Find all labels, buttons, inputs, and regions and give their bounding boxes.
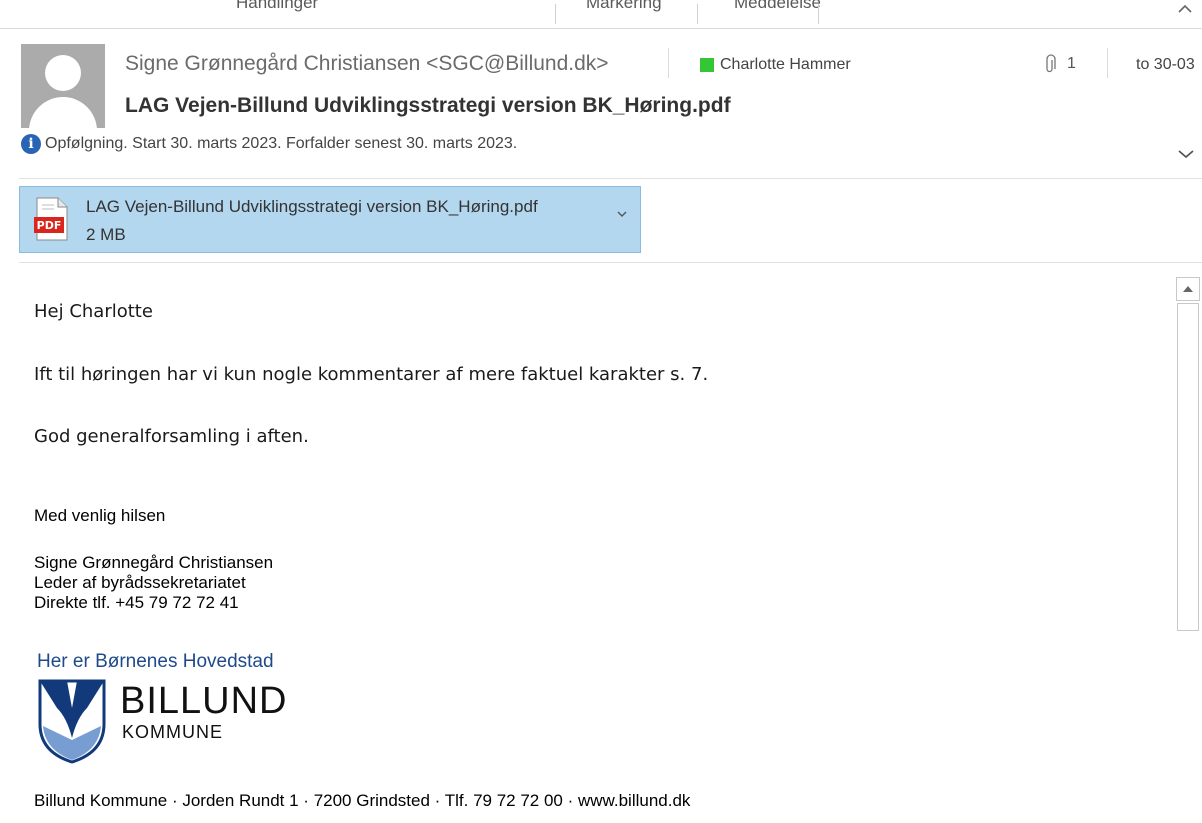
expand-header-button[interactable] (1178, 146, 1194, 164)
chevron-down-icon (617, 211, 627, 217)
closing: Med venlig hilsen (34, 506, 166, 525)
logo-wordmark: BILLUND (120, 680, 288, 722)
attachment-item[interactable]: PDF LAG Vejen-Billund Udviklingsstrategi… (19, 186, 641, 253)
billund-shield-logo (38, 679, 106, 764)
signature-title: Leder af byrådssekretariatet (34, 573, 246, 592)
pdf-icon-label: PDF (37, 219, 62, 232)
divider (19, 178, 1202, 179)
vertical-scrollbar[interactable] (1176, 277, 1202, 823)
attachment-count-value: 1 (1067, 55, 1076, 72)
scrollbar-thumb[interactable] (1177, 303, 1199, 631)
arrow-up-icon (1183, 286, 1193, 292)
chevron-up-icon (1178, 4, 1192, 13)
followup-text: Opfølgning. Start 30. marts 2023. Forfal… (45, 135, 518, 152)
attachment-count: 1 (1045, 54, 1076, 74)
avatar-body (29, 97, 97, 128)
logo-subtitle: KOMMUNE (122, 722, 223, 742)
ribbon-separator (555, 4, 556, 24)
header-separator (1107, 48, 1108, 78)
pdf-file-icon: PDF (34, 197, 68, 241)
body-greeting: Hej Charlotte (34, 301, 153, 322)
signature-phone: Direkte tlf. +45 79 72 72 41 (34, 593, 239, 612)
ribbon-group-message: Meddelelse (734, 0, 821, 12)
ribbon-group-tags: Markering (586, 0, 662, 12)
followup-infobar: i Opfølgning. Start 30. marts 2023. Forf… (21, 134, 517, 154)
category-color-square (700, 58, 714, 72)
sender-name[interactable]: Signe Grønnegård Christiansen <SGC@Billu… (125, 52, 609, 76)
body-line: God generalforsamling i aften. (34, 426, 309, 447)
ribbon-group-actions: Handlinger (236, 0, 319, 12)
chevron-down-icon (1178, 150, 1194, 159)
signature-name: Signe Grønnegård Christiansen (34, 553, 274, 572)
attachment-dropdown-button[interactable] (617, 205, 627, 221)
divider (19, 262, 1202, 263)
message-subject: LAG Vejen-Billund Udviklingsstrategi ver… (125, 94, 731, 117)
header-separator (668, 48, 669, 78)
scroll-up-button[interactable] (1176, 277, 1200, 301)
ribbon-separator (697, 4, 698, 24)
body-line: Ift til høringen har vi kun nogle kommen… (34, 364, 709, 385)
ribbon-group-labels: Handlinger Markering Meddelelse (0, 0, 1202, 29)
received-date: to 30-03 (1136, 56, 1195, 73)
collapse-ribbon-button[interactable] (1178, 0, 1192, 19)
attachment-size: 2 MB (86, 225, 126, 244)
info-icon: i (21, 134, 41, 154)
avatar-head (45, 55, 81, 91)
signature-footer: Billund Kommune · Jorden Rundt 1 · 7200 … (34, 791, 691, 810)
paperclip-icon (1046, 54, 1056, 73)
signature-tagline: Her er Børnenes Hovedstad (37, 651, 274, 672)
recipient-name: Charlotte Hammer (720, 56, 851, 73)
ribbon-separator (818, 4, 819, 24)
sender-avatar[interactable] (21, 44, 105, 128)
recipient[interactable]: Charlotte Hammer (700, 56, 851, 74)
attachment-name: LAG Vejen-Billund Udviklingsstrategi ver… (86, 197, 538, 216)
